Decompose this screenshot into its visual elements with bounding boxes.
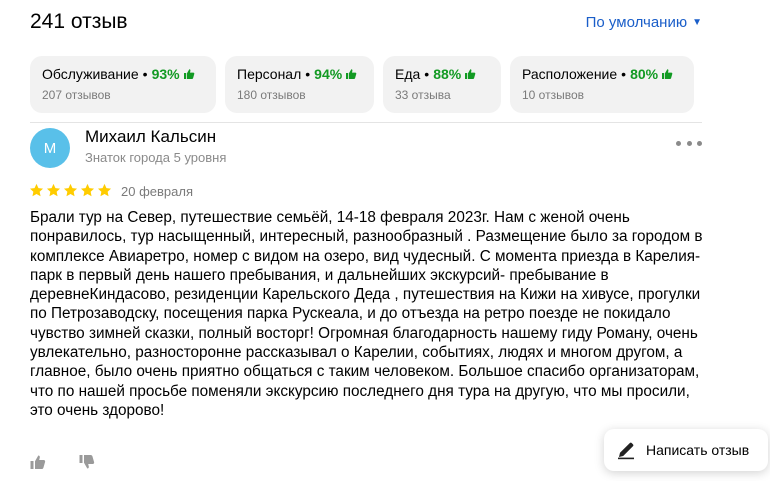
sort-label: По умолчанию <box>585 14 688 31</box>
star-icon <box>29 183 44 197</box>
thumb-up-icon <box>183 69 194 79</box>
author-name[interactable]: Михаил Кальсин <box>85 127 216 147</box>
category-ratings: Обслуживание • 93% 207 отзывов Персонал … <box>30 56 694 113</box>
category-count: 10 отзывов <box>522 88 585 102</box>
write-review-button[interactable]: Написать отзыв <box>604 429 768 471</box>
category-chip-food[interactable]: Еда • 88% 33 отзыва <box>383 56 501 113</box>
star-icon <box>63 183 78 197</box>
more-dots-icon[interactable] <box>676 136 702 150</box>
reviews-header: 241 отзыв По умолчанию ▼ <box>30 10 702 40</box>
category-count: 180 отзывов <box>237 88 306 102</box>
chevron-down-icon: ▼ <box>692 17 702 28</box>
star-icon <box>46 183 61 197</box>
star-icon <box>97 183 112 197</box>
star-rating <box>29 183 112 198</box>
star-icon <box>80 183 95 197</box>
category-name: Еда <box>395 66 421 82</box>
separator-dot: • <box>621 66 627 82</box>
review-text: Брали тур на Север, путешествие семьёй, … <box>30 209 703 419</box>
reviews-count-title: 241 отзыв <box>30 10 128 33</box>
author-level: Знаток города 5 уровня <box>85 150 227 165</box>
thumb-up-icon <box>465 69 476 79</box>
category-count: 33 отзыва <box>395 88 451 102</box>
separator-dot: • <box>305 66 311 82</box>
separator-dot: • <box>424 66 430 82</box>
thumb-up-icon <box>662 69 673 79</box>
dislike-icon[interactable] <box>78 453 96 471</box>
category-chip-location[interactable]: Расположение • 80% 10 отзывов <box>510 56 694 113</box>
divider <box>30 122 702 123</box>
category-percent: 88% <box>433 66 462 82</box>
separator-dot: • <box>142 66 148 82</box>
category-percent: 80% <box>630 66 659 82</box>
category-percent: 93% <box>151 66 180 82</box>
write-review-label: Написать отзыв <box>646 442 750 458</box>
sort-dropdown[interactable]: По умолчанию ▼ <box>586 14 702 31</box>
pencil-icon <box>618 442 634 460</box>
review-date: 20 февраля <box>121 184 193 199</box>
category-count: 207 отзывов <box>42 88 111 102</box>
category-name: Обслуживание <box>42 66 139 82</box>
like-icon[interactable] <box>29 453 47 471</box>
category-name: Персонал <box>237 66 302 82</box>
category-name: Расположение <box>522 66 618 82</box>
avatar[interactable]: М <box>30 128 70 168</box>
category-percent: 94% <box>314 66 343 82</box>
thumb-up-icon <box>346 69 357 79</box>
category-chip-service[interactable]: Обслуживание • 93% 207 отзывов <box>30 56 216 113</box>
category-chip-staff[interactable]: Персонал • 94% 180 отзывов <box>225 56 374 113</box>
